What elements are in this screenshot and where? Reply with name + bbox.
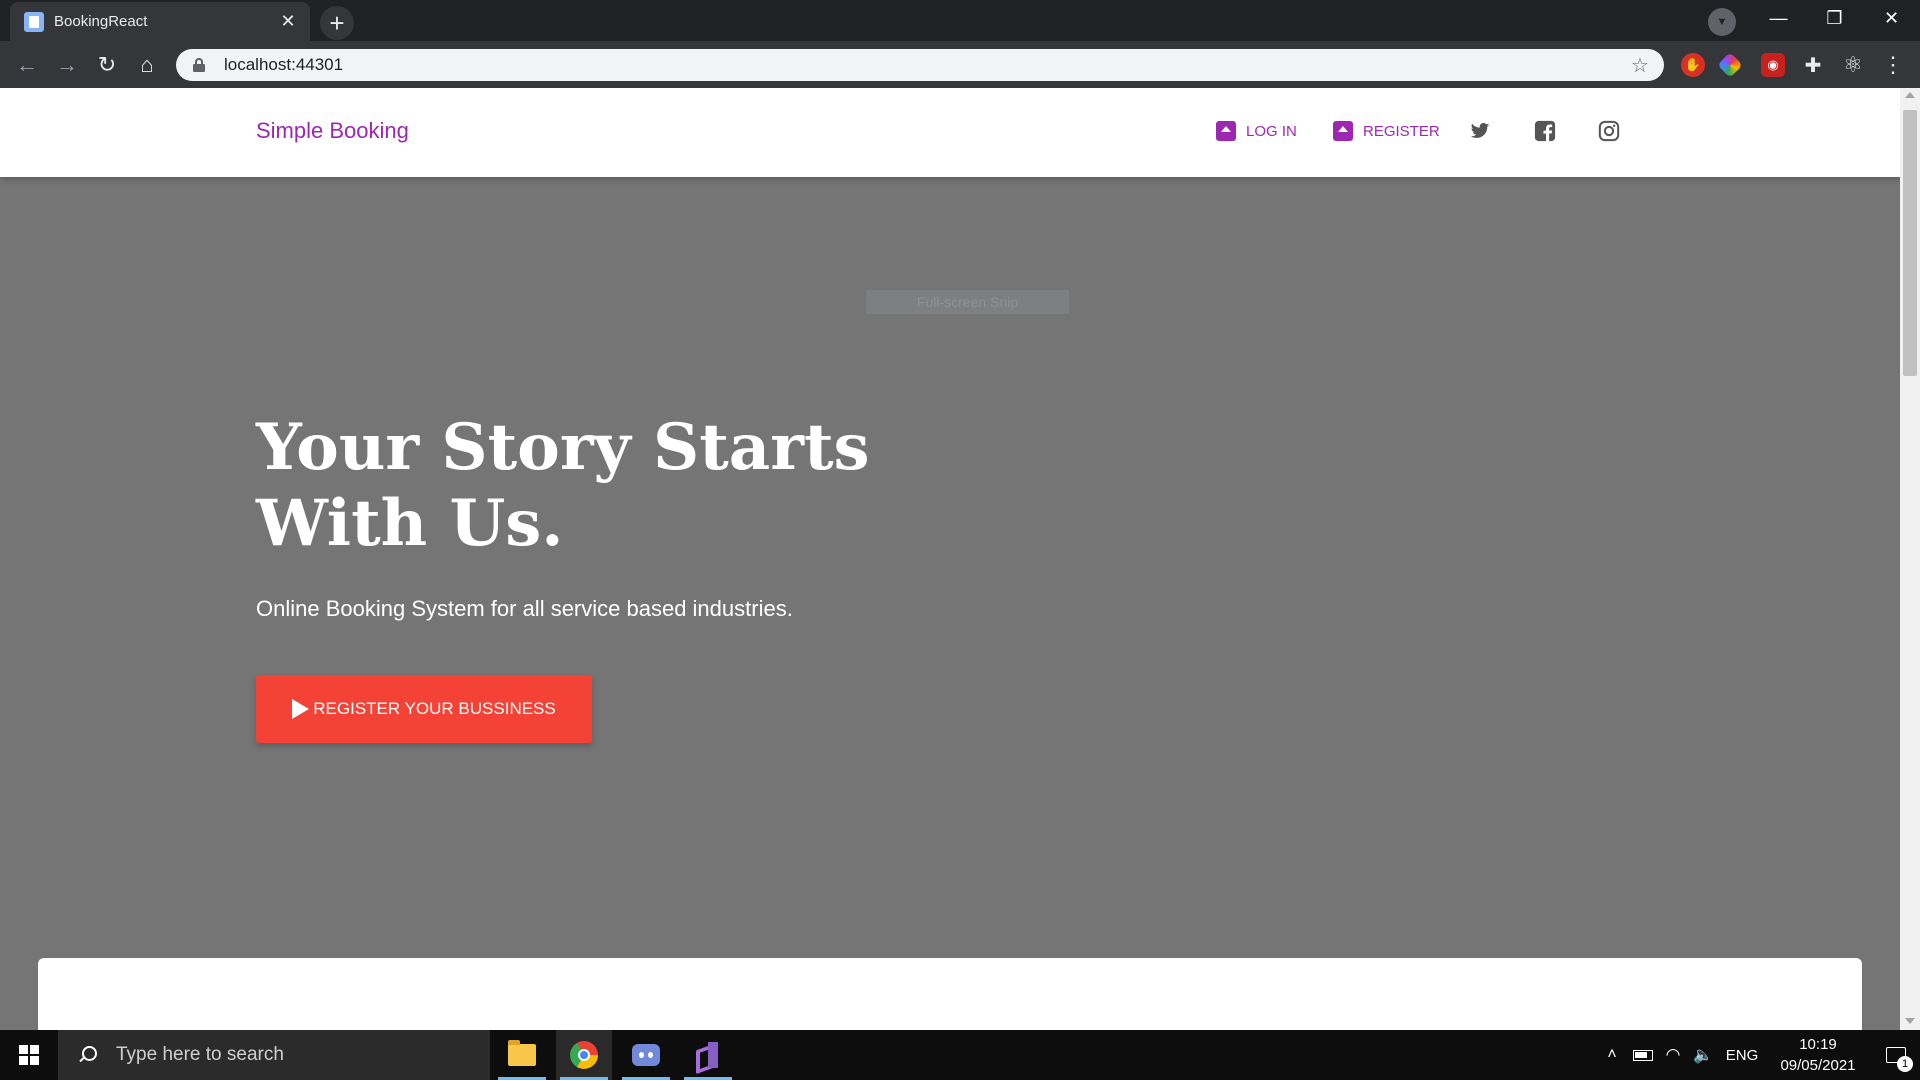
new-tab-button[interactable]: + — [320, 6, 354, 40]
main-content-card — [38, 958, 1862, 1030]
instagram-icon[interactable] — [1596, 118, 1622, 144]
taskbar-file-explorer[interactable] — [494, 1030, 550, 1080]
battery-icon[interactable] — [1628, 1030, 1658, 1080]
search-icon — [78, 1046, 97, 1064]
hero-title-line-2: With Us. — [256, 486, 564, 561]
browser-toolbar: ← → ↻ ⌂ localhost:44301 ☆ ✋ ◉ ✚ ⚛ ⋮ — [0, 41, 1920, 88]
window-minimize-button[interactable]: — — [1750, 0, 1807, 36]
snip-overlay-label: Full-screen Snip — [866, 290, 1069, 314]
extension-screenshot-icon[interactable]: ◉ — [1761, 53, 1785, 77]
facebook-icon[interactable] — [1532, 118, 1558, 144]
address-bar[interactable]: localhost:44301 ☆ — [176, 49, 1664, 81]
login-icon — [1216, 121, 1236, 141]
volume-icon[interactable]: 🔈 — [1688, 1030, 1718, 1080]
back-icon[interactable]: ← — [11, 49, 43, 81]
scroll-down-arrow-icon[interactable] — [1905, 1018, 1915, 1024]
extension-adblock-icon[interactable]: ✋ — [1681, 53, 1705, 77]
tab-search-button[interactable]: ▼ — [1708, 8, 1736, 36]
taskbar-discord[interactable] — [618, 1030, 674, 1080]
clock-time: 10:19 — [1799, 1036, 1837, 1053]
tab-close-icon[interactable]: ✕ — [276, 10, 300, 34]
discord-icon — [632, 1044, 660, 1066]
url-text[interactable]: localhost:44301 — [224, 55, 1626, 75]
hero-subtitle: Online Booking System for all service ba… — [256, 596, 793, 621]
tray-show-hidden-icon[interactable]: ˄ — [1598, 1030, 1626, 1080]
start-button[interactable] — [0, 1030, 58, 1080]
extension-color-icon[interactable] — [1717, 52, 1743, 78]
page-scrollbar[interactable] — [1900, 88, 1920, 1030]
input-language[interactable]: ENG — [1722, 1030, 1762, 1080]
chrome-icon — [570, 1041, 598, 1069]
bookmark-star-icon[interactable]: ☆ — [1626, 53, 1654, 78]
wifi-icon[interactable]: ◠ — [1658, 1030, 1688, 1080]
nav-register-label: REGISTER — [1363, 122, 1440, 140]
windows-taskbar: Type here to search ˄ ◠ 🔈 ENG 10:19 09/0… — [0, 1030, 1920, 1080]
nav-login-label: LOG IN — [1246, 122, 1297, 140]
window-maximize-button[interactable]: ❐ — [1806, 0, 1863, 36]
extensions-puzzle-icon[interactable]: ✚ — [1801, 53, 1825, 77]
taskbar-visual-studio[interactable] — [680, 1030, 736, 1080]
tab-title: BookingReact — [54, 13, 148, 30]
hero-title-line-1: Your Story Starts — [256, 410, 870, 485]
hero-title: Your Story Starts With Us. — [256, 410, 956, 562]
play-icon — [292, 699, 310, 719]
taskbar-search-box[interactable]: Type here to search — [58, 1030, 490, 1080]
page-viewport: Simple Booking LOG IN REGISTER Full-scre… — [0, 88, 1900, 1030]
register-business-button[interactable]: REGISTER YOUR BUSSINESS — [256, 675, 592, 743]
scroll-up-arrow-icon[interactable] — [1905, 92, 1915, 98]
notification-count-badge: 1 — [1897, 1056, 1913, 1072]
windows-logo-icon — [19, 1045, 39, 1065]
lock-icon[interactable] — [192, 58, 206, 72]
taskbar-chrome[interactable] — [556, 1030, 612, 1080]
home-icon[interactable]: ⌂ — [131, 49, 163, 81]
browser-tabstrip: BookingReact ✕ + ▼ — ❐ ✕ — [0, 0, 1920, 41]
register-icon — [1333, 121, 1353, 141]
action-center-button[interactable]: 1 — [1872, 1030, 1920, 1080]
notification-icon: 1 — [1886, 1047, 1913, 1072]
scroll-thumb[interactable] — [1903, 110, 1917, 376]
browser-menu-icon[interactable]: ⋮ — [1881, 51, 1905, 79]
nav-register-link[interactable]: REGISTER — [1333, 121, 1440, 141]
site-navbar: Simple Booking LOG IN REGISTER — [0, 88, 1900, 177]
page-favicon-icon — [24, 11, 44, 32]
nav-login-link[interactable]: LOG IN — [1216, 121, 1297, 141]
register-business-label: REGISTER YOUR BUSSINESS — [313, 699, 556, 718]
file-explorer-icon — [508, 1040, 536, 1066]
extension-react-devtools-icon[interactable]: ⚛ — [1841, 52, 1865, 77]
browser-tab[interactable]: BookingReact ✕ — [10, 2, 310, 41]
visual-studio-icon — [694, 1041, 722, 1069]
taskbar-search-placeholder: Type here to search — [116, 1044, 284, 1065]
clock-date: 09/05/2021 — [1780, 1057, 1856, 1074]
forward-icon[interactable]: → — [51, 49, 83, 81]
window-close-button[interactable]: ✕ — [1863, 0, 1920, 36]
system-clock[interactable]: 10:19 09/05/2021 — [1764, 1030, 1872, 1080]
brand-link[interactable]: Simple Booking — [256, 118, 409, 144]
reload-icon[interactable]: ↻ — [91, 49, 123, 81]
twitter-icon[interactable] — [1467, 118, 1493, 144]
